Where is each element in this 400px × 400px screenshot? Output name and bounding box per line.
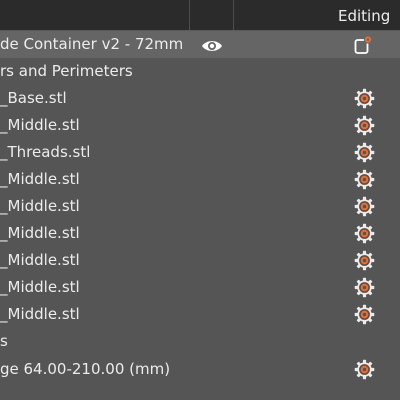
gear-icon[interactable]: [354, 142, 375, 163]
part-row[interactable]: _Middle.stl: [0, 247, 400, 274]
gear-icon[interactable]: [354, 277, 375, 298]
gear-icon[interactable]: [354, 115, 375, 136]
part-name: _Middle.stl: [0, 170, 80, 188]
editing-column-title: Editing: [338, 7, 391, 25]
part-name: _Middle.stl: [0, 278, 80, 296]
part-row[interactable]: _Middle.stl: [0, 166, 400, 193]
header-divider: [189, 0, 190, 30]
part-name: _Middle.stl: [0, 224, 80, 242]
range-label: ge 64.00-210.00 (mm): [0, 360, 171, 378]
column-header: Editing: [0, 0, 400, 31]
part-name: _Threads.stl: [0, 143, 91, 161]
layer-range-row[interactable]: ge 64.00-210.00 (mm): [0, 356, 400, 383]
part-row[interactable]: _Middle.stl: [0, 220, 400, 247]
object-row[interactable]: de Container v2 - 72mm: [0, 31, 400, 58]
part-row[interactable]: _Middle.stl: [0, 193, 400, 220]
part-row[interactable]: _Base.stl: [0, 85, 400, 112]
part-name: _Middle.stl: [0, 116, 80, 134]
part-name: _Middle.stl: [0, 197, 80, 215]
part-row[interactable]: _Threads.stl: [0, 139, 400, 166]
part-row[interactable]: _Middle.stl: [0, 301, 400, 328]
eye-icon[interactable]: [201, 36, 223, 52]
gear-icon[interactable]: [354, 304, 375, 325]
group-layer-ranges[interactable]: s: [0, 328, 400, 355]
gear-icon[interactable]: [354, 250, 375, 271]
edit-settings-icon[interactable]: [353, 35, 373, 55]
gear-icon[interactable]: [354, 196, 375, 217]
header-divider: [233, 0, 234, 30]
part-name: _Middle.stl: [0, 251, 80, 269]
group-label: rs and Perimeters: [0, 62, 133, 80]
gear-icon[interactable]: [354, 359, 375, 380]
gear-icon[interactable]: [354, 223, 375, 244]
part-name: _Base.stl: [0, 89, 67, 107]
part-row[interactable]: _Middle.stl: [0, 274, 400, 301]
gear-icon[interactable]: [354, 88, 375, 109]
gear-icon[interactable]: [354, 169, 375, 190]
part-name: _Middle.stl: [0, 305, 80, 323]
group-label: s: [0, 332, 8, 350]
object-name: de Container v2 - 72mm: [0, 35, 184, 53]
part-row[interactable]: _Middle.stl: [0, 112, 400, 139]
group-layers-perimeters[interactable]: rs and Perimeters: [0, 58, 400, 85]
